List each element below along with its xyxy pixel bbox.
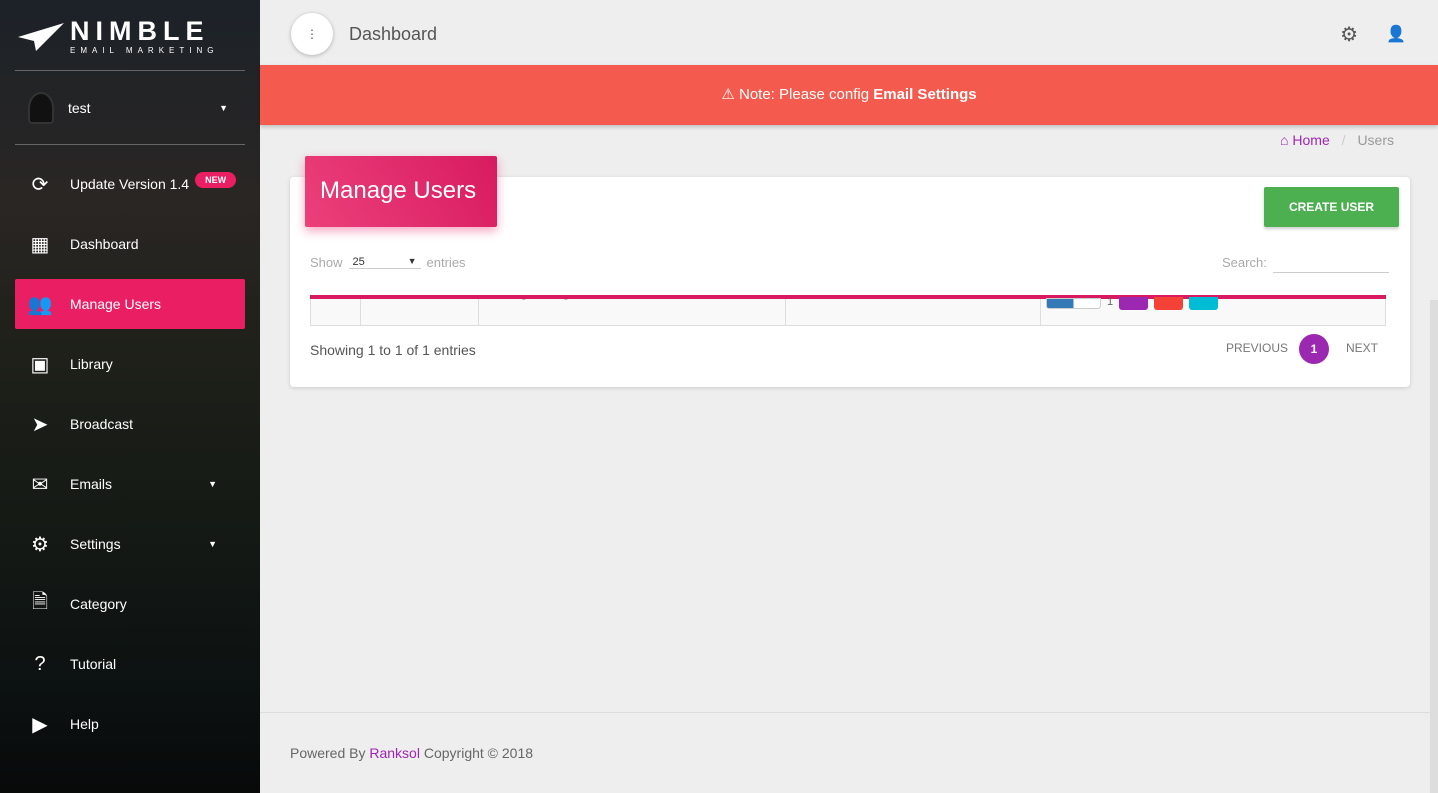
envelope-icon: ✉ (31, 473, 49, 496)
help-circle-icon: ? (34, 652, 46, 675)
edit-button[interactable] (1119, 297, 1149, 310)
user-icon[interactable]: 👤 (1386, 24, 1406, 44)
menu-toggle-button[interactable]: ⋮ (291, 13, 333, 55)
user-menu[interactable]: test ▼ (28, 92, 228, 124)
breadcrumb-current: Users (1357, 132, 1394, 148)
footer: Powered By Ranksol Copyright © 2018 (290, 745, 533, 761)
sidebar-item-label: Manage Users (70, 296, 162, 312)
row-actions: 1 (1046, 295, 1219, 310)
cell-email: dchang121@gmail.com (479, 296, 786, 325)
gear-icon[interactable]: ⚙ (1340, 22, 1358, 47)
sidebar-item-label: Help (70, 716, 99, 732)
search-input[interactable] (1272, 255, 1389, 273)
page-title: Dashboard (349, 24, 438, 44)
next-button[interactable]: NEXT (1346, 341, 1378, 355)
divider (260, 712, 1438, 713)
sidebar-item-label: Library (70, 356, 113, 372)
page-1-button[interactable]: 1 (1299, 334, 1329, 364)
create-user-button[interactable]: CREATE USER (1264, 187, 1399, 227)
card-title: Manage Users (305, 156, 497, 227)
entries-value: 25 (352, 256, 365, 268)
warning-icon: ⚠ (721, 86, 735, 103)
sidebar-item-label: Emails (70, 476, 113, 492)
entries-length: Show 25 ▼ entries (310, 255, 466, 270)
brand-tagline: EMAIL MARKETING (70, 46, 219, 55)
new-badge: NEW (195, 172, 237, 188)
caret-down-icon: ▼ (407, 256, 417, 266)
entries-select[interactable]: 25 ▼ (348, 256, 421, 269)
sidebar-item-broadcast[interactable]: ➤ Broadcast (15, 399, 245, 449)
caret-down-icon: ▼ (208, 479, 217, 489)
sidebar-item-category[interactable]: 🗎 Category (15, 579, 245, 629)
sidebar-item-settings[interactable]: ⚙ Settings ▼ (15, 519, 245, 569)
home-icon: ⌂ (1280, 132, 1289, 148)
table-info: Showing 1 to 1 of 1 entries (310, 342, 476, 358)
paper-plane-logo-icon (18, 22, 64, 51)
details-button[interactable] (1189, 297, 1219, 310)
cell-date: 2018-04-24 07:24:36 (786, 296, 1041, 325)
ranksol-link[interactable]: Ranksol (369, 745, 420, 761)
dashboard-icon: ▦ (30, 233, 50, 256)
search: Search: (1222, 255, 1389, 273)
table-row[interactable]: 1 test dchang121@gmail.com 2018-04-24 07… (310, 295, 1386, 326)
sidebar-item-label: Settings (70, 536, 121, 552)
breadcrumb-separator: / (1341, 132, 1346, 148)
delete-button[interactable] (1154, 297, 1184, 310)
search-label: Search: (1222, 255, 1267, 270)
sidebar-item-label: Update Version 1.4 (70, 176, 190, 192)
caret-down-icon: ▼ (219, 103, 228, 113)
alert-text: Note: Please config (739, 86, 874, 103)
users-icon: 👥 (27, 293, 53, 316)
breadcrumb: ⌂ Home / Users (1280, 132, 1394, 148)
document-icon: 🗎 (31, 591, 49, 613)
brand-name: NIMBLE (70, 16, 210, 46)
sidebar-item-update[interactable]: ⟳ Update Version 1.4 NEW (15, 159, 245, 209)
sidebar-item-label: Dashboard (70, 236, 139, 252)
video-file-icon: ▶ (32, 713, 48, 736)
row-extra: 1 (1107, 295, 1114, 308)
divider (15, 70, 245, 71)
sidebar-item-label: Broadcast (70, 416, 134, 432)
entries-label: entries (426, 255, 466, 270)
footer-copyright: Copyright © 2018 (419, 745, 534, 761)
cell-id: 1 (311, 296, 361, 325)
sidebar-item-label: Tutorial (70, 656, 117, 672)
paper-plane-icon: ➤ (31, 413, 49, 436)
divider (15, 144, 245, 145)
caret-down-icon: ▼ (208, 539, 217, 549)
image-icon: ▣ (30, 353, 50, 376)
top-bar: ⋮ Dashboard ⚙ 👤 (260, 0, 1438, 65)
sidebar-item-library[interactable]: ▣ Library (15, 339, 245, 389)
footer-prefix: Powered By (290, 745, 370, 761)
sidebar-item-tutorial[interactable]: ? Tutorial (15, 639, 245, 689)
alert-banner: ⚠ Note: Please config Email Settings (260, 65, 1438, 125)
sidebar-item-label: Category (70, 596, 127, 612)
breadcrumb-home[interactable]: ⌂ Home (1280, 132, 1330, 148)
sidebar-item-help[interactable]: ▶ Help (15, 699, 245, 749)
sidebar-item-manage-users[interactable]: 👥 Manage Users (15, 279, 245, 329)
user-name: test (68, 100, 91, 116)
show-label: Show (310, 255, 343, 270)
previous-button[interactable]: PREVIOUS (1226, 341, 1288, 355)
card-header-shadow (310, 295, 1386, 299)
sidebar-item-dashboard[interactable]: ▦ Dashboard (15, 219, 245, 269)
sidebar: NIMBLE EMAIL MARKETING test ▼ ⟳ Update Ve… (0, 0, 260, 793)
cell-name: test (361, 296, 479, 325)
logo[interactable]: NIMBLE EMAIL MARKETING (18, 18, 219, 55)
scrollbar[interactable] (1430, 300, 1438, 793)
status-toggle[interactable] (1046, 298, 1101, 309)
avatar (28, 92, 54, 124)
breadcrumb-home-label: Home (1292, 132, 1330, 148)
gear-icon: ⚙ (31, 533, 49, 556)
refresh-icon: ⟳ (31, 173, 49, 196)
sidebar-item-emails[interactable]: ✉ Emails ▼ (15, 459, 245, 509)
alert-link[interactable]: Email Settings (873, 86, 976, 103)
